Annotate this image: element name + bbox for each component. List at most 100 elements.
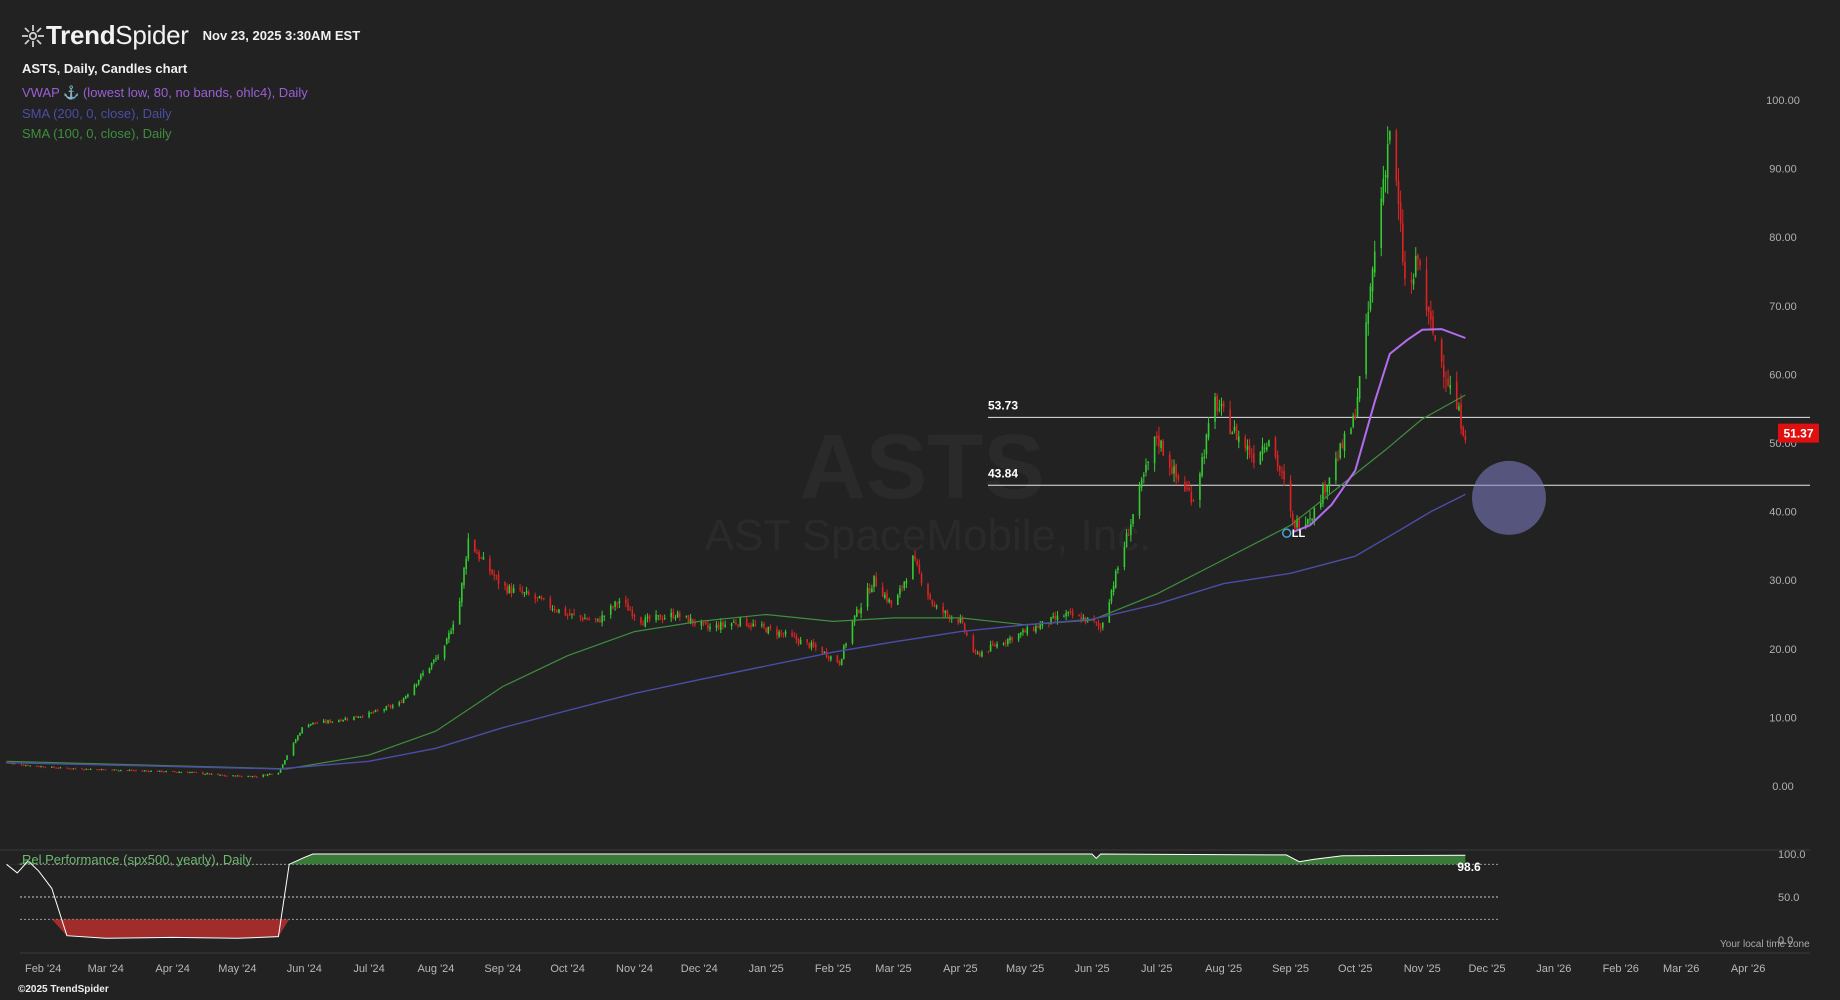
rel-performance-label[interactable]: Rel.Performance (spx500, yearly), Daily	[22, 852, 252, 867]
candle-body	[1417, 255, 1419, 260]
y-axis-label: 70.00	[1769, 301, 1797, 313]
candle-body	[171, 770, 174, 772]
candle-body	[1011, 637, 1013, 641]
candle-body	[769, 626, 772, 629]
candle-body	[145, 770, 148, 772]
candle-body	[400, 701, 403, 703]
candle-body	[1017, 633, 1020, 640]
candle-body	[754, 624, 757, 626]
candle-body	[814, 644, 817, 648]
candle-body	[942, 606, 944, 613]
footer-copyright: ©2025 TrendSpider	[18, 984, 109, 995]
candle-body	[271, 773, 273, 775]
candle-body	[407, 694, 409, 697]
candle-body	[827, 656, 830, 659]
candle-body	[357, 717, 360, 719]
candle-body	[1078, 615, 1080, 617]
x-axis-label: Sep '24	[484, 963, 521, 975]
candle-body	[661, 618, 664, 620]
candle-body	[1248, 445, 1251, 455]
candle-body	[1458, 406, 1460, 411]
candle-body	[85, 768, 88, 770]
candle-body	[428, 667, 431, 674]
candle-body	[286, 755, 288, 760]
candle-body	[1369, 286, 1372, 310]
candle-body	[461, 583, 463, 603]
candle-body	[823, 651, 826, 653]
price-chart[interactable]: ASTSAST SpaceMobile, Inc.0.0010.0020.003…	[0, 0, 1840, 1000]
candle-body	[1056, 615, 1059, 621]
candle-body	[1022, 630, 1024, 633]
candle-body	[22, 765, 25, 767]
candle-body	[44, 767, 47, 769]
candle-body	[1095, 621, 1098, 623]
candle-body	[918, 564, 921, 573]
candle-body	[1020, 632, 1022, 635]
candle-body	[1462, 427, 1465, 436]
x-axis-label: Dec '25	[1468, 963, 1505, 975]
candle-body	[53, 766, 55, 768]
candle-body	[629, 609, 631, 611]
candle-body	[126, 770, 129, 772]
candle-body	[1147, 462, 1149, 464]
x-axis-label: Mar '24	[88, 963, 124, 975]
candle-body	[102, 769, 105, 771]
candle-body	[309, 723, 312, 726]
candle-body	[655, 614, 657, 620]
y-axis-label: 20.00	[1769, 644, 1797, 656]
candle-body	[72, 768, 75, 770]
x-axis-label: Oct '25	[1338, 963, 1373, 975]
candle-body	[1188, 487, 1190, 491]
candle-body	[156, 770, 159, 772]
candle-body	[1404, 261, 1406, 279]
candle-body	[1162, 441, 1165, 456]
candle-body	[35, 765, 38, 767]
candle-body	[1054, 616, 1057, 620]
candle-body	[1326, 485, 1329, 492]
candle-body	[1216, 395, 1218, 412]
candle-body	[1235, 425, 1238, 440]
candle-body	[702, 621, 705, 623]
candle-body	[1237, 436, 1240, 443]
candle-body	[976, 652, 979, 654]
candle-body	[361, 716, 364, 718]
candle-body	[836, 655, 839, 663]
candle-body	[912, 555, 914, 580]
candle-body	[195, 771, 198, 773]
candle-body	[735, 622, 737, 625]
candle-body	[627, 603, 629, 611]
candle-body	[1199, 473, 1201, 500]
candle-body	[527, 591, 530, 595]
candle-body	[253, 776, 256, 778]
candle-body	[1328, 477, 1331, 487]
candle-body	[133, 770, 135, 772]
candle-body	[1389, 131, 1391, 141]
candle-body	[383, 709, 385, 711]
candle-body	[1339, 443, 1342, 458]
candle-body	[264, 774, 267, 776]
candle-body	[1250, 455, 1253, 457]
candle-body	[448, 632, 450, 640]
candle-body	[1425, 269, 1428, 311]
candle-body	[368, 712, 370, 718]
candle-body	[745, 618, 748, 627]
candle-body	[722, 622, 724, 626]
candle-body	[1263, 447, 1266, 449]
candle-body	[443, 645, 446, 659]
candle-body	[1024, 630, 1026, 633]
candle-body	[1114, 571, 1117, 588]
candle-body	[314, 722, 316, 724]
candle-body	[1401, 223, 1404, 262]
candle-body	[646, 616, 649, 619]
candle-body	[584, 618, 586, 620]
candle-body	[1052, 616, 1054, 618]
y-axis-label: 80.00	[1769, 232, 1797, 244]
candle-body	[74, 768, 77, 770]
candle-body	[717, 624, 720, 629]
candle-body	[1099, 627, 1102, 629]
candle-body	[763, 623, 765, 628]
candle-body	[534, 595, 537, 599]
candle-body	[694, 622, 696, 625]
candle-body	[238, 775, 241, 777]
candle-body	[1155, 435, 1158, 439]
